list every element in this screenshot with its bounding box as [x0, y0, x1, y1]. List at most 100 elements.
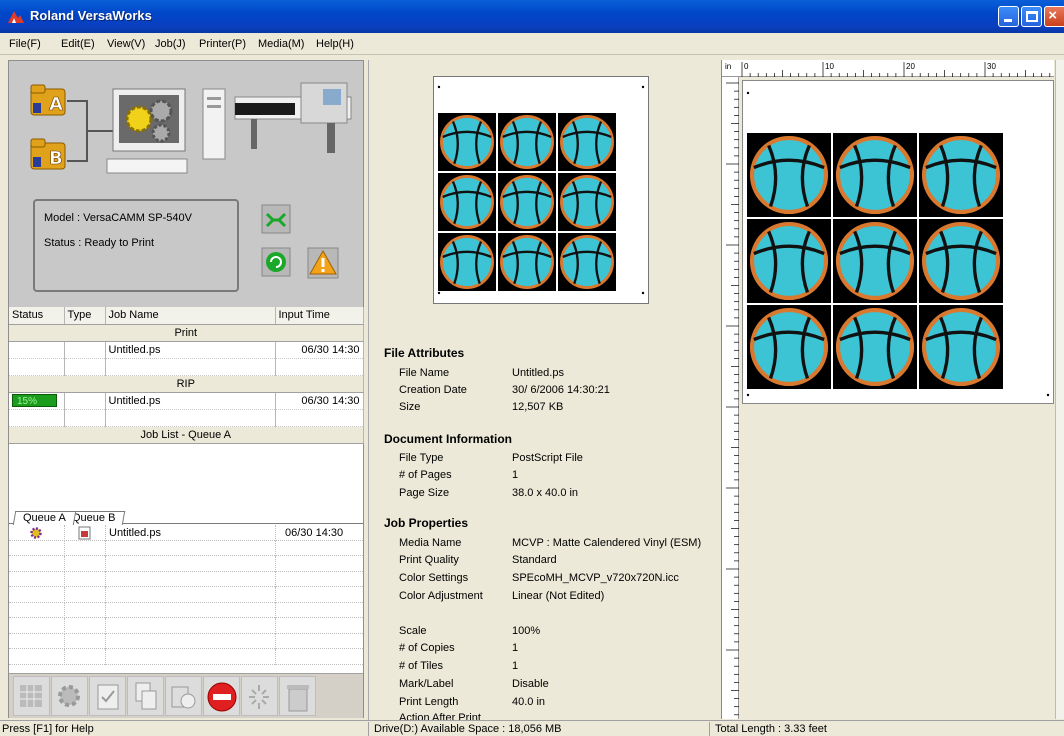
- stop-icon: [207, 682, 237, 712]
- pages-value: 1: [512, 469, 519, 481]
- menu-help[interactable]: Help(H): [316, 38, 354, 50]
- minimize-button[interactable]: [998, 6, 1019, 27]
- menu-job[interactable]: Job(J): [155, 38, 186, 50]
- print-settings-button[interactable]: [89, 676, 126, 716]
- color-adjustment-value: Linear (Not Edited): [512, 590, 605, 602]
- print-quality-label: Print Quality: [399, 554, 459, 566]
- size-label: Size: [399, 401, 421, 413]
- thumbnail-tile: [558, 173, 616, 231]
- queue-b-folder-icon[interactable]: B: [29, 137, 67, 171]
- crop-mark: [641, 291, 645, 295]
- thumbnail-tile: [438, 113, 496, 171]
- job-details-pane: File Attributes File Name Untitled.ps Cr…: [368, 60, 708, 720]
- crop-mark: [1046, 393, 1050, 397]
- rip-progress-bar: 15%: [12, 394, 57, 407]
- scale-value: 100%: [512, 625, 541, 637]
- menu-edit[interactable]: Edit(E): [61, 38, 95, 50]
- printer-status-panel: A B Model: VersaCAMM SP-540V Status: R…: [9, 61, 363, 307]
- ruler-tick-label: 10: [825, 62, 834, 71]
- total-length: Total Length : 3.33 feet: [715, 723, 827, 735]
- page-size-label: Page Size: [399, 487, 450, 499]
- trash-icon: [287, 685, 309, 712]
- col-header-job-name[interactable]: Job Name: [105, 307, 276, 325]
- print-layout-canvas[interactable]: [742, 80, 1054, 404]
- delete-button[interactable]: [279, 676, 316, 716]
- print-length-value: 40.0 in: [512, 696, 546, 708]
- size-value: 12,507 KB: [512, 401, 564, 413]
- printer-icon: [234, 82, 352, 153]
- table-row[interactable]: Untitled.ps 06/30 14:30: [9, 341, 364, 359]
- queue-b-letter: B: [49, 148, 63, 169]
- duplicate-button[interactable]: [127, 676, 164, 716]
- file-type-label: File Type: [399, 452, 444, 464]
- tiles-label: # of Tiles: [399, 660, 444, 672]
- refresh-icon[interactable]: [261, 247, 291, 277]
- queue-a-folder-icon[interactable]: A: [29, 83, 67, 117]
- job-toolbar: [9, 673, 363, 718]
- mark-label-label: Mark/Label: [399, 678, 454, 690]
- layout-tile: [919, 305, 1003, 389]
- queue-job-list: Untitled.ps 06/30 14:30: [9, 525, 363, 665]
- crop-mark: [641, 85, 645, 89]
- maximize-icon: [1026, 11, 1038, 22]
- layout-tile: [747, 133, 831, 217]
- cancel-job-button[interactable]: [203, 676, 240, 716]
- rip-job-name: Untitled.ps: [105, 392, 276, 410]
- spinner-icon: [249, 685, 269, 709]
- queue-section-header: Job List - Queue A: [9, 426, 364, 444]
- col-header-status[interactable]: Status: [9, 307, 65, 325]
- scale-label: Scale: [399, 625, 427, 637]
- page-size-value: 38.0 x 40.0 in: [512, 487, 579, 499]
- ruler-ticks-horizontal: in 0 10 20 30: [725, 62, 1051, 77]
- settings-button[interactable]: [51, 676, 88, 716]
- vertical-scrollbar[interactable]: [1055, 60, 1064, 719]
- menu-printer[interactable]: Printer(P): [199, 38, 246, 50]
- col-header-input-time[interactable]: Input Time: [275, 307, 364, 325]
- grid-layout-icon: [20, 685, 42, 707]
- ruler-tick-label: 30: [987, 62, 996, 71]
- color-adjustment-label: Color Adjustment: [399, 590, 483, 602]
- crop-mark: [746, 393, 750, 397]
- horizontal-ruler: in 0 10 20 30: [722, 60, 1054, 77]
- rip-job-time: 06/30 14:30: [275, 392, 364, 410]
- menu-media[interactable]: Media(M): [258, 38, 304, 50]
- minimize-icon: [1004, 19, 1012, 22]
- queue-tabs: Queue A Queue B: [9, 510, 363, 525]
- postscript-file-icon: [78, 526, 91, 540]
- versaworks-app-icon: [8, 11, 24, 23]
- ruler-ticks-vertical: [726, 82, 739, 724]
- thumbnail-tile: [558, 113, 616, 171]
- queue-a-letter: A: [49, 94, 63, 115]
- layout-button[interactable]: [13, 676, 50, 716]
- close-button[interactable]: ×: [1044, 6, 1064, 27]
- connection-status-icon[interactable]: [261, 204, 291, 234]
- layout-tile: [747, 219, 831, 303]
- col-header-type[interactable]: Type: [64, 307, 106, 325]
- file-name-value: Untitled.ps: [512, 367, 564, 379]
- layout-preview-pane: in 0 10 20 30: [721, 60, 1064, 724]
- warning-icon[interactable]: [307, 247, 339, 279]
- pages-label: # of Pages: [399, 469, 452, 481]
- creation-date-value: 30/ 6/2006 14:30:21: [512, 384, 610, 396]
- media-button[interactable]: [165, 676, 202, 716]
- menu-view[interactable]: View(V): [107, 38, 145, 50]
- color-settings-label: Color Settings: [399, 572, 469, 584]
- table-row[interactable]: 15% Untitled.ps 06/30 14:30: [9, 392, 364, 410]
- print-quality-value: Standard: [512, 554, 557, 566]
- action-after-print-label: Action After Print: [399, 712, 481, 720]
- menu-file[interactable]: File(F): [9, 38, 41, 50]
- job-preview-thumbnail[interactable]: [433, 76, 649, 304]
- job-properties-heading: Job Properties: [384, 516, 469, 530]
- rip-status-button[interactable]: [241, 676, 278, 716]
- tab-queue-a[interactable]: Queue A: [12, 511, 77, 525]
- rip-section-header: RIP: [9, 375, 364, 393]
- crop-mark: [437, 85, 441, 89]
- thumbnail-image: [437, 85, 645, 295]
- print-section-header: Print: [9, 324, 364, 342]
- list-item[interactable]: Untitled.ps 06/30 14:30: [9, 525, 363, 541]
- rip-gear-icon: [30, 527, 42, 539]
- maximize-button[interactable]: [1021, 6, 1042, 27]
- title-bar: Roland VersaWorks ×: [0, 0, 1064, 33]
- ruler-tick-label: 0: [744, 62, 749, 71]
- job-list-pane: A B Model: VersaCAMM SP-540V Status: R…: [8, 60, 364, 718]
